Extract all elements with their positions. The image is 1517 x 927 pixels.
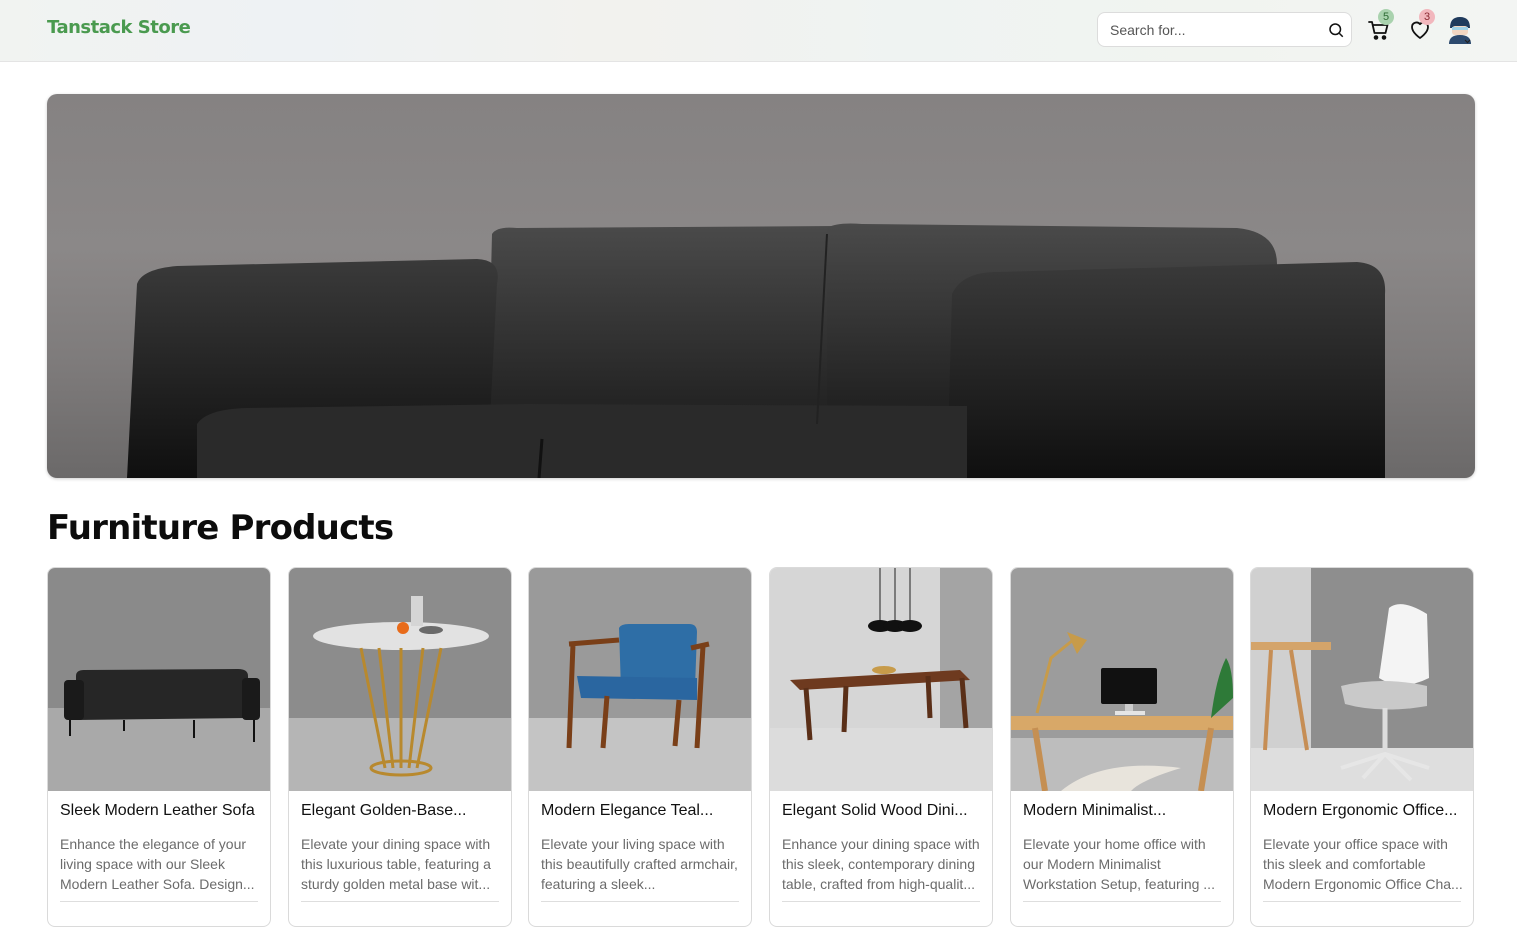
section-title: Furniture Products xyxy=(47,508,394,548)
user-avatar[interactable] xyxy=(1446,14,1474,46)
product-title[interactable]: Sleek Modern Leather Sofa xyxy=(60,802,260,820)
product-card[interactable]: Modern Minimalist... Elevate your home o… xyxy=(1010,567,1234,927)
product-card[interactable]: Elegant Golden-Base... Elevate your dini… xyxy=(288,567,512,927)
hero-banner xyxy=(47,94,1475,478)
product-description: Elevate your dining space with this luxu… xyxy=(301,836,491,892)
product-card[interactable]: Modern Ergonomic Office... Elevate your … xyxy=(1250,567,1474,927)
product-image[interactable] xyxy=(48,568,270,791)
product-title[interactable]: Modern Minimalist... xyxy=(1023,802,1223,820)
product-card[interactable]: Elegant Solid Wood Dini... Enhance your … xyxy=(769,567,993,927)
product-title[interactable]: Elegant Golden-Base... xyxy=(301,802,501,820)
search-icon[interactable] xyxy=(1327,21,1345,39)
product-card[interactable]: Modern Elegance Teal... Elevate your liv… xyxy=(528,567,752,927)
search-box xyxy=(1097,12,1352,47)
product-image[interactable] xyxy=(1251,568,1473,791)
card-divider xyxy=(541,901,739,902)
product-title[interactable]: Modern Elegance Teal... xyxy=(541,802,741,820)
product-card[interactable]: Sleek Modern Leather Sofa Enhance the el… xyxy=(47,567,271,927)
search-input[interactable] xyxy=(1110,21,1310,39)
product-image[interactable] xyxy=(1011,568,1233,791)
wishlist-count-badge: 3 xyxy=(1419,9,1435,25)
card-divider xyxy=(1263,901,1461,902)
cart-count-badge: 5 xyxy=(1378,9,1394,25)
product-description: Elevate your living space with this beau… xyxy=(541,836,738,892)
product-description: Elevate your office space with this slee… xyxy=(1263,836,1463,892)
product-description: Enhance your dining space with this slee… xyxy=(782,836,980,892)
product-title[interactable]: Modern Ergonomic Office... xyxy=(1263,802,1463,820)
card-divider xyxy=(1023,901,1221,902)
product-description: Enhance the elegance of your living spac… xyxy=(60,836,255,892)
card-divider xyxy=(782,901,980,902)
brand-logo-link[interactable]: Tanstack Store xyxy=(47,17,191,38)
product-image[interactable] xyxy=(770,568,992,791)
top-navbar: Tanstack Store 5 3 xyxy=(0,0,1517,62)
card-divider xyxy=(60,901,258,902)
hero-sofa-image xyxy=(127,223,1386,478)
product-image[interactable] xyxy=(289,568,511,791)
product-image[interactable] xyxy=(529,568,751,791)
card-divider xyxy=(301,901,499,902)
product-description: Elevate your home office with our Modern… xyxy=(1023,836,1215,892)
product-title[interactable]: Elegant Solid Wood Dini... xyxy=(782,802,982,820)
